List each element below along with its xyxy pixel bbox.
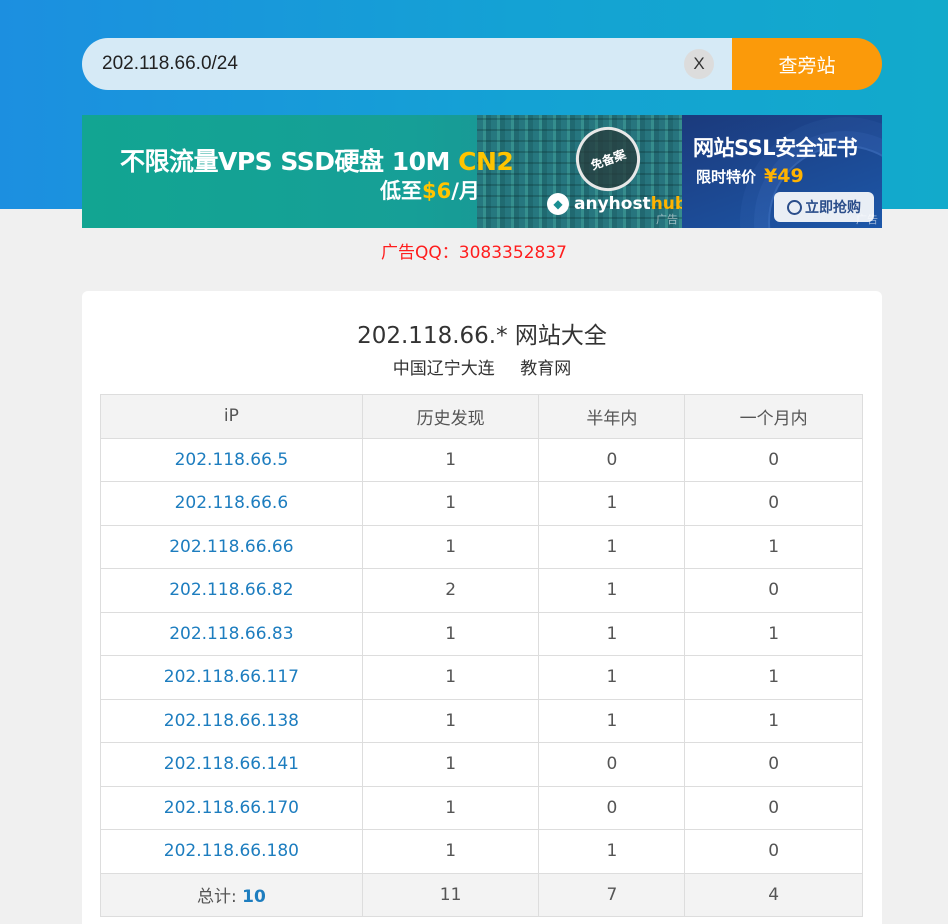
half-year-count: 1 bbox=[538, 611, 686, 656]
vps-ad-price: 低至$6/月 bbox=[380, 179, 480, 203]
result-card: 202.118.66.* 网站大全 中国辽宁大连 教育网 iP 历史发现 半年内… bbox=[82, 291, 882, 924]
half-year-count: 1 bbox=[538, 829, 686, 874]
location-info: 中国辽宁大连 教育网 bbox=[82, 354, 882, 379]
network-type: 教育网 bbox=[520, 359, 572, 379]
table-row: 202.118.66.82 2 1 0 bbox=[100, 568, 863, 613]
month-count: 0 bbox=[684, 742, 863, 787]
ip-link[interactable]: 202.118.66.66 bbox=[169, 537, 293, 557]
ip-link[interactable]: 202.118.66.117 bbox=[164, 667, 299, 687]
clear-search-button[interactable]: X bbox=[684, 49, 714, 79]
table-header-row: iP 历史发现 半年内 一个月内 bbox=[100, 394, 863, 439]
clock-icon bbox=[787, 199, 802, 215]
month-count: 1 bbox=[684, 524, 863, 569]
half-year-count: 1 bbox=[538, 481, 686, 526]
month-count: 1 bbox=[684, 611, 863, 656]
history-count: 2 bbox=[361, 568, 540, 613]
total-count: 10 bbox=[242, 887, 266, 908]
column-header-ip: iP bbox=[100, 394, 363, 439]
ssl-ad[interactable]: 网站SSL安全证书 限时特价 ¥49 立即抢购 广告 bbox=[682, 115, 882, 228]
half-year-count: 0 bbox=[538, 437, 686, 482]
table-row: 202.118.66.5 1 0 0 bbox=[100, 437, 863, 482]
history-count: 1 bbox=[361, 611, 540, 656]
vps-ad[interactable]: 不限流量VPS SSD硬盘 10M CN2 低至$6/月 免备案 ◆ anyho… bbox=[82, 115, 682, 228]
total-history: 11 bbox=[361, 872, 540, 917]
ssl-ad-price: 限时特价 ¥49 bbox=[696, 165, 804, 187]
ad-banner[interactable]: 不限流量VPS SSD硬盘 10M CN2 低至$6/月 免备案 ◆ anyho… bbox=[82, 115, 882, 228]
column-header-half-year: 半年内 bbox=[538, 394, 686, 439]
ip-link[interactable]: 202.118.66.5 bbox=[175, 450, 289, 470]
search-bar: 查旁站 bbox=[82, 38, 882, 90]
search-button[interactable]: 查旁站 bbox=[732, 38, 882, 90]
column-header-history: 历史发现 bbox=[361, 394, 540, 439]
table-row: 202.118.66.170 1 0 0 bbox=[100, 785, 863, 830]
half-year-count: 0 bbox=[538, 785, 686, 830]
ip-link[interactable]: 202.118.66.6 bbox=[175, 493, 289, 513]
month-count: 1 bbox=[684, 698, 863, 743]
total-label-cell: 总计: 10 bbox=[100, 872, 363, 917]
location: 中国辽宁大连 bbox=[392, 359, 495, 379]
table-row: 202.118.66.138 1 1 1 bbox=[100, 698, 863, 743]
total-label: 总计: bbox=[196, 887, 237, 908]
anyhosthub-logo-icon: ◆ bbox=[547, 193, 569, 215]
ip-link[interactable]: 202.118.66.141 bbox=[164, 754, 299, 774]
vps-ad-title: 不限流量VPS SSD硬盘 10M CN2 bbox=[120, 147, 514, 176]
history-count: 1 bbox=[361, 742, 540, 787]
half-year-count: 0 bbox=[538, 742, 686, 787]
month-count: 0 bbox=[684, 568, 863, 613]
ip-link[interactable]: 202.118.66.138 bbox=[164, 711, 299, 731]
page-title: 202.118.66.* 网站大全 bbox=[357, 323, 607, 349]
ssl-ad-title: 网站SSL安全证书 bbox=[693, 136, 858, 160]
table-row: 202.118.66.117 1 1 1 bbox=[100, 655, 863, 700]
table-row: 202.118.66.180 1 1 0 bbox=[100, 829, 863, 874]
month-count: 0 bbox=[684, 829, 863, 874]
total-row: 总计: 10 11 7 4 bbox=[100, 872, 863, 917]
half-year-count: 1 bbox=[538, 655, 686, 700]
total-half-year: 7 bbox=[538, 872, 686, 917]
search-input[interactable] bbox=[82, 38, 732, 90]
ip-link[interactable]: 202.118.66.180 bbox=[164, 841, 299, 861]
month-count: 0 bbox=[684, 481, 863, 526]
half-year-count: 1 bbox=[538, 524, 686, 569]
ad-contact: 广告QQ：3083352837 bbox=[381, 243, 567, 263]
ad-tag: 广告 bbox=[656, 213, 678, 226]
table-row: 202.118.66.83 1 1 1 bbox=[100, 611, 863, 656]
half-year-count: 1 bbox=[538, 698, 686, 743]
half-year-count: 1 bbox=[538, 568, 686, 613]
history-count: 1 bbox=[361, 481, 540, 526]
ip-table: iP 历史发现 半年内 一个月内 202.118.66.5 1 0 0 202.… bbox=[100, 394, 863, 917]
ip-link[interactable]: 202.118.66.83 bbox=[169, 624, 293, 644]
ip-link[interactable]: 202.118.66.82 bbox=[169, 580, 293, 600]
history-count: 1 bbox=[361, 829, 540, 874]
total-month: 4 bbox=[684, 872, 863, 917]
history-count: 1 bbox=[361, 437, 540, 482]
table-row: 202.118.66.141 1 0 0 bbox=[100, 742, 863, 787]
history-count: 1 bbox=[361, 655, 540, 700]
table-row: 202.118.66.66 1 1 1 bbox=[100, 524, 863, 569]
month-count: 1 bbox=[684, 655, 863, 700]
month-count: 0 bbox=[684, 437, 863, 482]
history-count: 1 bbox=[361, 785, 540, 830]
month-count: 0 bbox=[684, 785, 863, 830]
history-count: 1 bbox=[361, 698, 540, 743]
ip-link[interactable]: 202.118.66.170 bbox=[164, 798, 299, 818]
history-count: 1 bbox=[361, 524, 540, 569]
ad-tag: 广告 bbox=[856, 213, 878, 226]
table-row: 202.118.66.6 1 1 0 bbox=[100, 481, 863, 526]
column-header-month: 一个月内 bbox=[684, 394, 863, 439]
